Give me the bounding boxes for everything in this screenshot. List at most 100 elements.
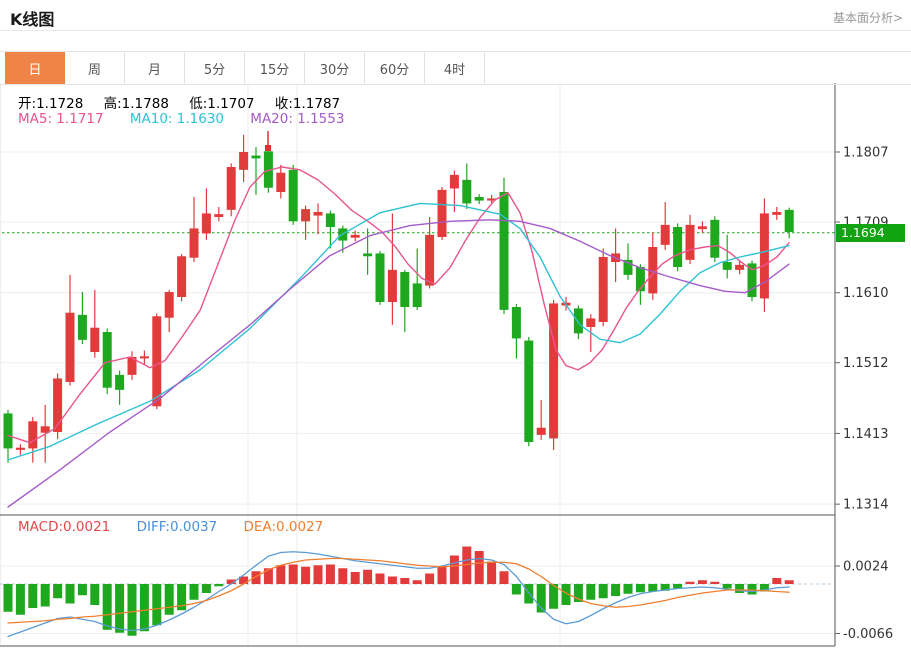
candle[interactable] — [128, 351, 137, 380]
candle[interactable] — [202, 188, 211, 239]
candle[interactable] — [698, 221, 707, 232]
low-value: 1.1707 — [207, 96, 254, 112]
macd-bar — [115, 584, 124, 633]
candle[interactable] — [214, 207, 223, 221]
macd-bar — [586, 584, 595, 600]
open-label: 开: — [18, 96, 36, 112]
tab-week[interactable]: 周 — [65, 52, 125, 84]
macd-bar — [66, 584, 75, 604]
ma20-legend: MA20: 1.1553 — [250, 111, 344, 127]
candle[interactable] — [524, 337, 533, 446]
macd-bar — [648, 584, 657, 592]
tab-m60[interactable]: 60分 — [365, 52, 425, 84]
candle[interactable] — [611, 228, 620, 282]
candle[interactable] — [239, 135, 248, 182]
candle[interactable] — [252, 147, 261, 195]
current-price-badge: 1.1694 — [836, 224, 905, 242]
candle[interactable] — [760, 198, 769, 312]
svg-text:1.1807: 1.1807 — [843, 146, 889, 161]
candle[interactable] — [66, 275, 75, 386]
candle[interactable] — [772, 207, 781, 220]
diff-line — [8, 552, 789, 637]
macd-bar — [78, 584, 87, 595]
tab-h4[interactable]: 4时 — [425, 52, 485, 84]
candle[interactable] — [177, 254, 186, 301]
candle[interactable] — [785, 208, 794, 239]
candle[interactable] — [276, 165, 285, 199]
svg-text:1.1512: 1.1512 — [843, 356, 889, 371]
candle[interactable] — [289, 165, 298, 225]
macd-bar — [152, 584, 161, 625]
tab-m15[interactable]: 15分 — [245, 52, 305, 84]
ma10-legend: MA10: 1.1630 — [130, 111, 224, 127]
macd-bar — [165, 584, 174, 615]
candle[interactable] — [599, 248, 608, 326]
gridlines — [0, 83, 835, 646]
axis-frame — [0, 83, 835, 646]
macd-bar — [90, 584, 99, 605]
candle[interactable] — [475, 194, 484, 204]
macd-bar — [301, 567, 310, 584]
candle[interactable] — [227, 163, 236, 216]
macd-bar — [624, 584, 633, 594]
candle[interactable] — [710, 216, 719, 262]
macd-bar — [4, 584, 13, 612]
candle[interactable] — [314, 203, 323, 234]
macd-bar — [351, 572, 360, 584]
low-label: 低: — [189, 96, 207, 112]
candle[interactable] — [512, 304, 521, 358]
candle[interactable] — [425, 217, 434, 288]
candle[interactable] — [140, 351, 149, 365]
candle[interactable] — [648, 233, 657, 300]
dea-value-legend: DEA:0.0027 — [244, 519, 324, 535]
macd-bar — [276, 565, 285, 584]
candle[interactable] — [500, 178, 509, 314]
svg-text:1.1413: 1.1413 — [843, 427, 889, 442]
macd-bar — [636, 584, 645, 592]
macd-bar — [41, 584, 50, 607]
candle[interactable] — [673, 223, 682, 271]
candle[interactable] — [400, 270, 409, 332]
macd-bar — [772, 578, 781, 584]
macd-bar — [413, 580, 422, 584]
candle[interactable] — [487, 195, 496, 204]
macd-histogram — [4, 547, 794, 636]
candle[interactable] — [413, 248, 422, 309]
svg-text:-0.0066: -0.0066 — [843, 627, 893, 642]
macd-bar — [748, 584, 757, 595]
candle[interactable] — [376, 251, 385, 305]
candle[interactable] — [78, 292, 87, 344]
tab-m30[interactable]: 30分 — [305, 52, 365, 84]
candle[interactable] — [351, 231, 360, 242]
candle[interactable] — [115, 371, 124, 405]
candle[interactable] — [90, 290, 99, 358]
macd-bar — [438, 566, 447, 584]
tab-day[interactable]: 日 — [5, 52, 65, 84]
ma-legend: MA5: 1.1717 MA10: 1.1630 MA20: 1.1553 — [18, 111, 366, 127]
macd-bar — [214, 584, 223, 586]
candle[interactable] — [537, 400, 546, 440]
macd-bar — [388, 577, 397, 585]
candle[interactable] — [661, 202, 670, 250]
macd-bar — [400, 578, 409, 584]
macd-bar — [53, 584, 62, 598]
candle[interactable] — [165, 290, 174, 332]
macd-bar — [128, 584, 137, 636]
crosshair-marker — [265, 131, 271, 151]
tab-month[interactable]: 月 — [125, 52, 185, 84]
candle[interactable] — [438, 187, 447, 240]
macd-bar — [710, 582, 719, 584]
high-value: 1.1788 — [122, 96, 169, 112]
ma5-legend: MA5: 1.1717 — [18, 111, 104, 127]
candle[interactable] — [549, 300, 558, 450]
macd-bar — [599, 584, 608, 598]
candle[interactable] — [748, 261, 757, 302]
candle[interactable] — [723, 235, 732, 279]
svg-text:0.0024: 0.0024 — [843, 560, 889, 575]
candle[interactable] — [301, 206, 310, 240]
candle[interactable] — [462, 163, 471, 209]
candle[interactable] — [16, 444, 25, 455]
open-value: 1.1728 — [36, 96, 83, 112]
tab-m5[interactable]: 5分 — [185, 52, 245, 84]
candle[interactable] — [190, 197, 199, 262]
